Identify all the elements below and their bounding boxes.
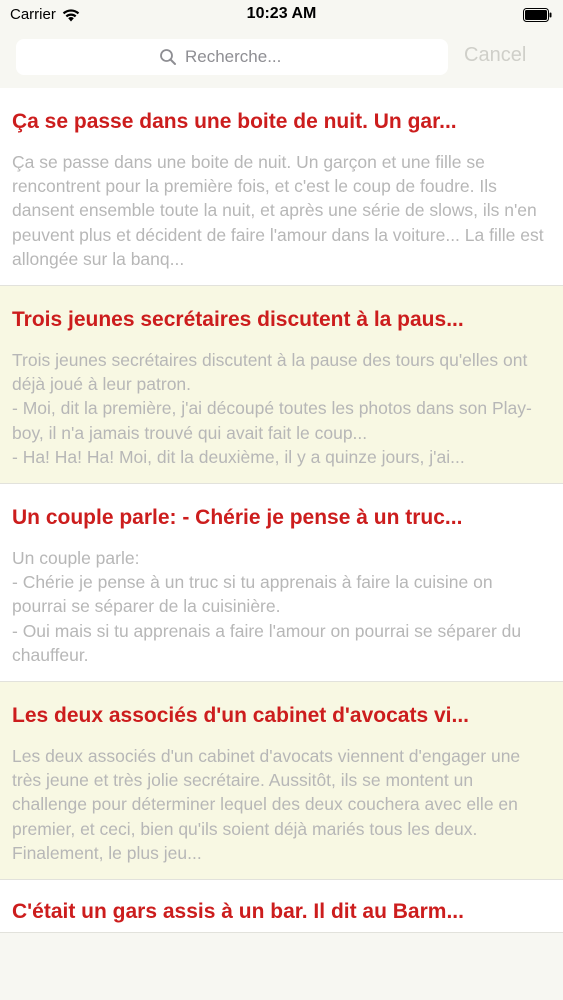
list-item[interactable]: Ça se passe dans une boite de nuit. Un g… — [0, 88, 563, 286]
status-bar: Carrier 10:23 AM — [0, 0, 563, 30]
item-title: Ça se passe dans une boite de nuit. Un g… — [12, 110, 457, 133]
item-preview: Ça se passe dans une boite de nuit. Un g… — [12, 152, 544, 269]
item-title: C'était un gars assis à un bar. Il dit a… — [12, 900, 464, 923]
jokes-list[interactable]: Ça se passe dans une boite de nuit. Un g… — [0, 88, 563, 939]
search-input[interactable] — [185, 47, 305, 67]
search-field[interactable] — [16, 39, 448, 75]
list-item[interactable]: Trois jeunes secrétaires discutent à la … — [0, 286, 563, 484]
item-preview: Les deux associés d'un cabinet d'avocats… — [12, 746, 521, 863]
item-preview: Trois jeunes secrétaires discutent à la … — [12, 350, 532, 467]
list-item[interactable]: Les deux associés d'un cabinet d'avocats… — [0, 682, 563, 880]
item-title: Un couple parle: - Chérie je pense à un … — [12, 506, 463, 529]
item-title: Les deux associés d'un cabinet d'avocats… — [12, 704, 469, 727]
search-icon — [160, 49, 176, 65]
list-item[interactable]: C'était un gars assis à un bar. Il dit a… — [0, 880, 563, 933]
empty-list-area — [0, 939, 563, 1000]
battery-icon — [523, 8, 552, 22]
cancel-button[interactable]: Cancel — [464, 44, 526, 67]
status-time: 10:23 AM — [246, 5, 317, 22]
item-title: Trois jeunes secrétaires discutent à la … — [12, 308, 464, 331]
search-bar: Cancel — [0, 30, 563, 88]
item-preview: Un couple parle: - Chérie je pense à un … — [12, 548, 522, 665]
list-item[interactable]: Un couple parle: - Chérie je pense à un … — [0, 484, 563, 682]
